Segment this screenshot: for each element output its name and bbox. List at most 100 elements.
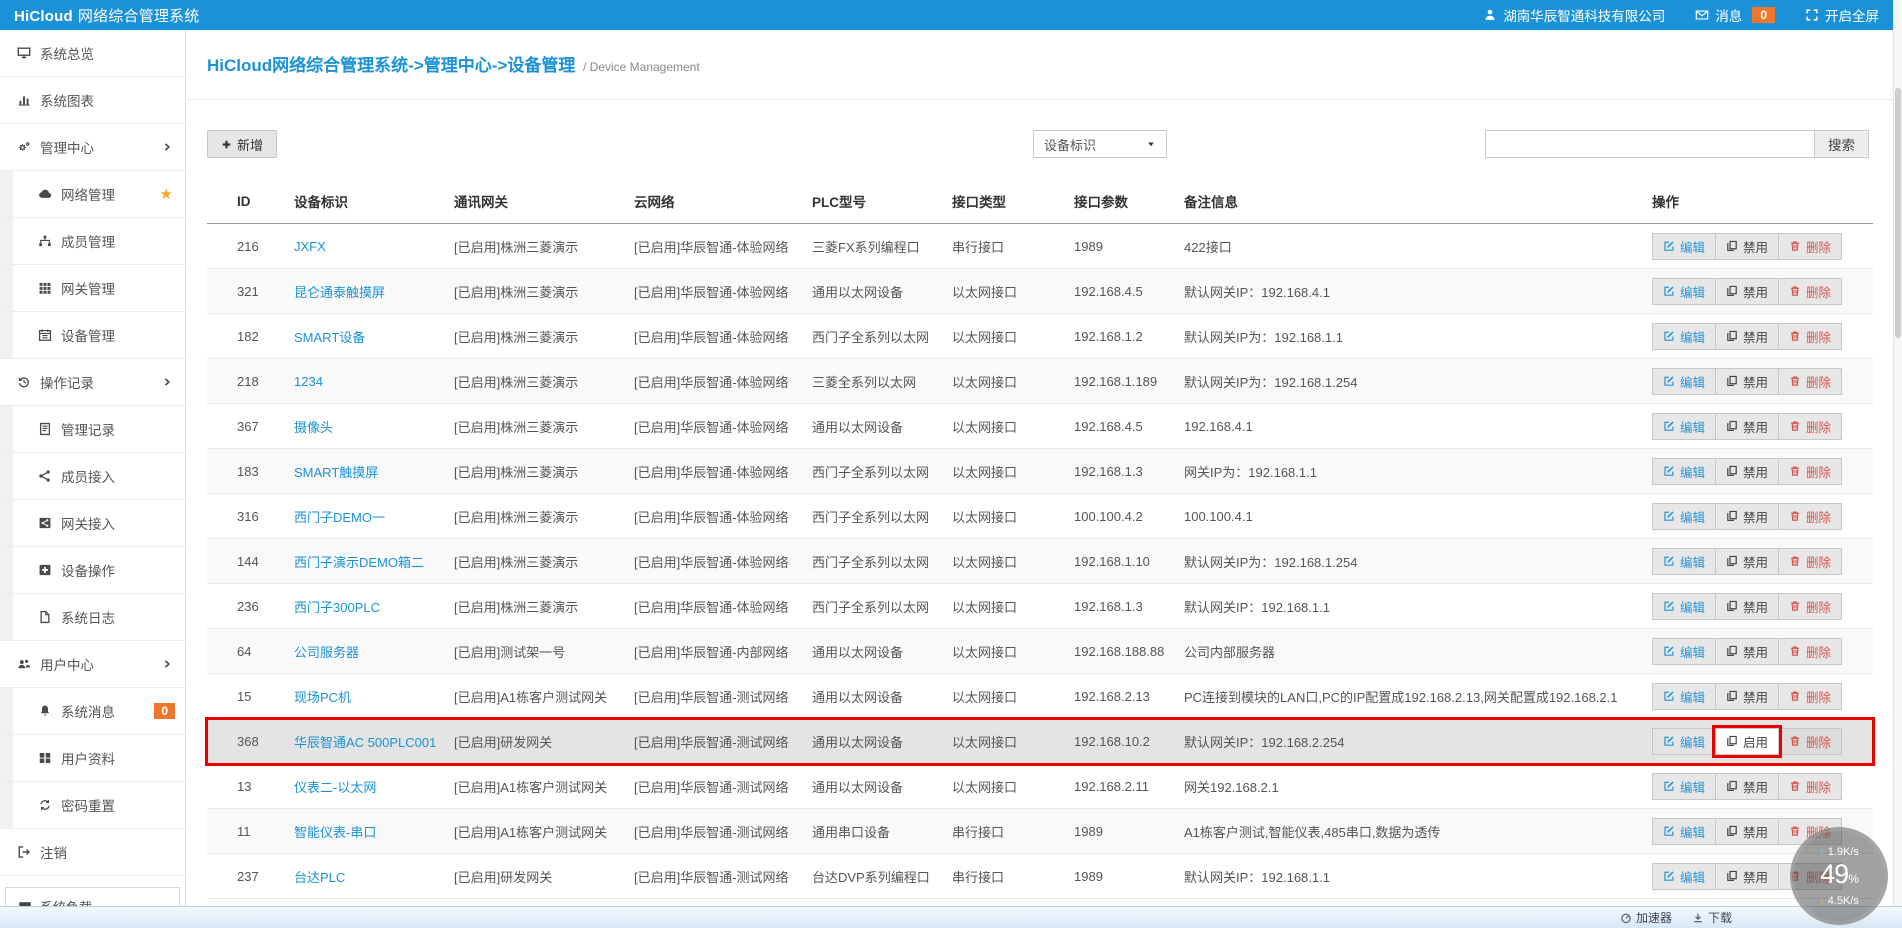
toggle-enable-button[interactable]: 禁用 [1715, 413, 1779, 440]
delete-button[interactable]: 删除 [1778, 503, 1842, 530]
edit-button[interactable]: 编辑 [1652, 773, 1716, 800]
company-menu[interactable]: 湖南华辰智通科技有限公司 [1483, 5, 1665, 25]
edit-button[interactable]: 编辑 [1652, 818, 1716, 845]
device-name-link[interactable]: JXFX [294, 239, 454, 254]
sidebar-item-management-records[interactable]: 管理记录 [0, 406, 185, 453]
messages-menu[interactable]: 消息 0 [1695, 5, 1775, 25]
device-name-link[interactable]: 台达PLC [294, 867, 454, 886]
toggle-enable-button[interactable]: 禁用 [1715, 458, 1779, 485]
sidebar-group-operation-records[interactable]: 操作记录 [0, 359, 185, 406]
sidebar-item-gateway-access[interactable]: 网关接入 [0, 500, 185, 547]
sidebar-item-label: 用户中心 [40, 654, 94, 674]
toggle-enable-button[interactable]: 禁用 [1715, 503, 1779, 530]
device-name-link[interactable]: 现场PC机 [294, 687, 454, 706]
toggle-enable-button[interactable]: 禁用 [1715, 863, 1779, 890]
sidebar-item-password-reset[interactable]: 密码重置 [0, 782, 185, 829]
edit-button[interactable]: 编辑 [1652, 323, 1716, 350]
device-name-link[interactable]: 西门子演示DEMO箱二 [294, 552, 454, 571]
cell-actions: 编辑 禁用 删除 [1652, 638, 1873, 665]
sidebar-item-overview[interactable]: 系统总览 [0, 30, 185, 77]
toggle-enable-button[interactable]: 禁用 [1715, 818, 1779, 845]
sidebar-item-system-logs[interactable]: 系统日志 [0, 594, 185, 641]
sidebar-item-device-management[interactable]: 设备管理 [0, 312, 185, 359]
toggle-enable-button[interactable]: 禁用 [1715, 323, 1779, 350]
delete-button[interactable]: 删除 [1778, 413, 1842, 440]
toggle-enable-button[interactable]: 禁用 [1715, 368, 1779, 395]
delete-button[interactable]: 删除 [1778, 368, 1842, 395]
sidebar-item-charts[interactable]: 系统图表 [0, 77, 185, 124]
delete-button[interactable]: 删除 [1778, 323, 1842, 350]
cell-plc-model: 通用以太网设备 [812, 282, 952, 301]
fullscreen-button[interactable]: 开启全屏 [1805, 5, 1879, 25]
edit-button[interactable]: 编辑 [1652, 233, 1716, 260]
download-item[interactable]: 下载 [1692, 909, 1732, 926]
device-name-link[interactable]: 1234 [294, 374, 454, 389]
table-row: 11 智能仪表-串口 [已启用]A1栋客户测试网关 [已启用]华辰智通-测试网络… [207, 809, 1873, 854]
edit-button[interactable]: 编辑 [1652, 638, 1716, 665]
device-name-link[interactable]: 华辰智通AC 500PLC001 [294, 732, 454, 751]
edit-button[interactable]: 编辑 [1652, 368, 1716, 395]
device-filter-select[interactable]: 设备标识 [1033, 130, 1167, 158]
network-speed-ball[interactable]: ↑ 1.9K/s 49% ↓ 4.5K/s [1790, 827, 1888, 925]
sidebar-group-user-center[interactable]: 用户中心 [0, 641, 185, 688]
device-name-link[interactable]: 西门子DEMO一 [294, 507, 454, 526]
delete-button[interactable]: 删除 [1778, 233, 1842, 260]
delete-button[interactable]: 删除 [1778, 638, 1842, 665]
toggle-enable-button[interactable]: 禁用 [1715, 233, 1779, 260]
sidebar-group-management-center[interactable]: 管理中心 [0, 124, 185, 171]
edit-button[interactable]: 编辑 [1652, 728, 1716, 755]
delete-button[interactable]: 删除 [1778, 593, 1842, 620]
sidebar-item-network-management[interactable]: 网络管理 ★ [0, 171, 185, 218]
cell-id: 183 [207, 464, 294, 479]
sidebar-item-member-management[interactable]: 成员管理 [0, 218, 185, 265]
table-header-row: ID 设备标识 通讯网关 云网络 PLC型号 接口类型 接口参数 备注信息 操作 [207, 176, 1873, 224]
device-name-link[interactable]: 西门子300PLC [294, 597, 454, 616]
toggle-enable-button[interactable]: 禁用 [1715, 683, 1779, 710]
sidebar-item-label: 设备管理 [61, 325, 115, 345]
device-name-link[interactable]: SMART设备 [294, 327, 454, 346]
edit-button[interactable]: 编辑 [1652, 863, 1716, 890]
sidebar-item-member-access[interactable]: 成员接入 [0, 453, 185, 500]
add-device-button[interactable]: 新增 [207, 130, 277, 158]
edit-button[interactable]: 编辑 [1652, 278, 1716, 305]
plus-icon [221, 139, 232, 150]
device-name-link[interactable]: SMART触摸屏 [294, 462, 454, 481]
edit-button[interactable]: 编辑 [1652, 593, 1716, 620]
toggle-enable-button[interactable]: 禁用 [1715, 773, 1779, 800]
edit-button[interactable]: 编辑 [1652, 458, 1716, 485]
toggle-enable-button[interactable]: 禁用 [1715, 278, 1779, 305]
device-name-link[interactable]: 公司服务器 [294, 642, 454, 661]
device-name-link[interactable]: 仪表二-以太网 [294, 777, 454, 796]
device-name-link[interactable]: 智能仪表-串口 [294, 822, 454, 841]
sidebar-item-device-operations[interactable]: 设备操作 [0, 547, 185, 594]
sidebar-item-gateway-management[interactable]: 网关管理 [0, 265, 185, 312]
delete-button[interactable]: 删除 [1778, 278, 1842, 305]
edit-button[interactable]: 编辑 [1652, 413, 1716, 440]
delete-button[interactable]: 删除 [1778, 548, 1842, 575]
chevron-right-icon [162, 659, 172, 669]
scrollbar-thumb[interactable] [1895, 88, 1901, 338]
toggle-enable-button[interactable]: 禁用 [1715, 548, 1779, 575]
device-name-link[interactable]: 昆仑通泰触摸屏 [294, 282, 454, 301]
delete-button[interactable]: 删除 [1778, 683, 1842, 710]
sidebar-item-user-profile[interactable]: 用户资料 [0, 735, 185, 782]
edit-button[interactable]: 编辑 [1652, 683, 1716, 710]
top-bar: HiCloud网络综合管理系统 湖南华辰智通科技有限公司 消息 0 开启全屏 [0, 0, 1893, 30]
toggle-enable-button[interactable]: 禁用 [1715, 638, 1779, 665]
edit-button[interactable]: 编辑 [1652, 503, 1716, 530]
sidebar-item-system-messages[interactable]: 系统消息 0 [0, 688, 185, 735]
sidebar-item-logout[interactable]: 注销 [0, 829, 185, 876]
delete-button[interactable]: 删除 [1778, 458, 1842, 485]
vertical-scrollbar[interactable] [1893, 0, 1902, 906]
page-subtitle: / Device Management [583, 60, 700, 74]
search-input[interactable] [1485, 130, 1815, 158]
toggle-enable-button[interactable]: 启用 [1715, 728, 1779, 755]
toggle-enable-button[interactable]: 禁用 [1715, 593, 1779, 620]
edit-button[interactable]: 编辑 [1652, 548, 1716, 575]
search-button[interactable]: 搜索 [1814, 130, 1869, 158]
delete-button[interactable]: 删除 [1778, 728, 1842, 755]
table-row: 64 公司服务器 [已启用]测试架一号 [已启用]华辰智通-内部网络 通用以太网… [207, 629, 1873, 674]
delete-button[interactable]: 删除 [1778, 773, 1842, 800]
device-name-link[interactable]: 摄像头 [294, 417, 454, 436]
accelerator-item[interactable]: 加速器 [1620, 909, 1672, 926]
